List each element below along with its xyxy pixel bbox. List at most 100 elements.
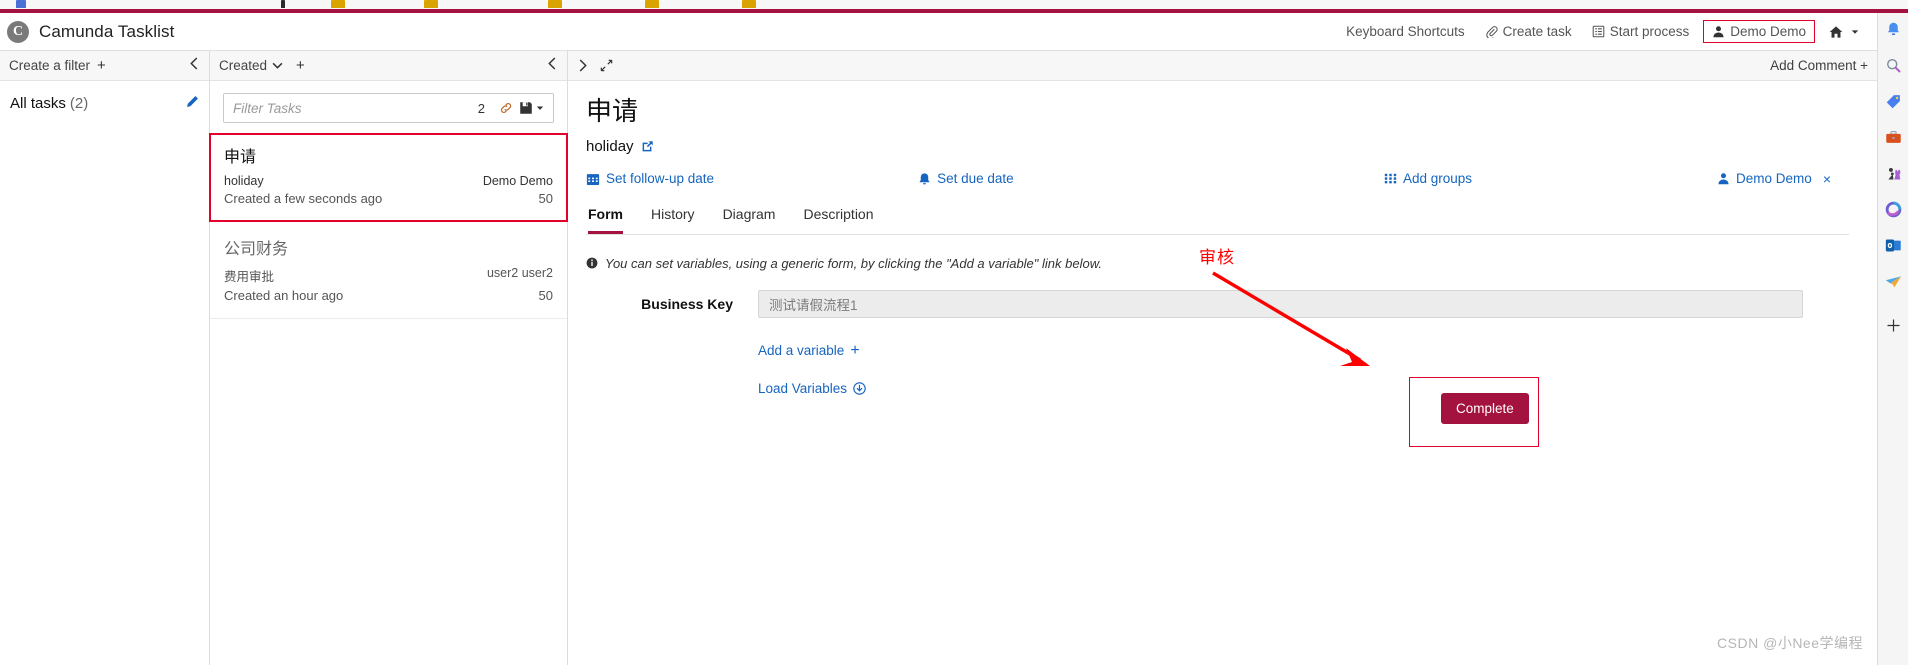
- create-task-label: Create task: [1502, 24, 1572, 39]
- task-item-process-row: 费用审批 user2 user2: [224, 266, 553, 285]
- keyboard-shortcuts-button[interactable]: Keyboard Shortcuts: [1336, 20, 1475, 43]
- create-task-button[interactable]: Create task: [1475, 20, 1582, 43]
- tab-history[interactable]: History: [651, 206, 695, 234]
- browser-sidebar: [1877, 13, 1908, 665]
- save-caret-icon[interactable]: [536, 104, 544, 112]
- add-variable-row: Add a variable +: [586, 342, 1849, 360]
- sort-label[interactable]: Created: [219, 58, 267, 73]
- bookmark-icon[interactable]: [281, 0, 285, 8]
- business-key-input[interactable]: 测试请假流程1: [758, 289, 1803, 318]
- filter-item-all-tasks[interactable]: All tasks (2): [0, 81, 209, 112]
- task-item-created: Created a few seconds ago: [224, 191, 383, 206]
- grid-icon: [1384, 172, 1397, 185]
- start-process-label: Start process: [1609, 24, 1690, 39]
- task-search-box[interactable]: 2: [223, 93, 554, 123]
- bookmark-icon[interactable]: [424, 0, 438, 8]
- add-sort-plus-icon[interactable]: +: [296, 57, 305, 74]
- search-input[interactable]: [233, 100, 478, 116]
- detail-header-icons: [577, 59, 613, 72]
- bookmark-icon[interactable]: [331, 0, 345, 8]
- home-icon: [1829, 25, 1843, 39]
- create-filter-label[interactable]: Create a filter: [9, 58, 90, 73]
- set-due-date-label: Set due date: [937, 171, 1014, 186]
- collapse-task-list-icon[interactable]: [547, 57, 558, 74]
- task-item-priority: 50: [538, 191, 553, 206]
- task-assignee[interactable]: Demo Demo ×: [1717, 171, 1831, 187]
- task-process-name: holiday: [586, 137, 634, 155]
- bookmark-icon[interactable]: [742, 0, 756, 8]
- microsoft-365-icon[interactable]: [1883, 199, 1904, 220]
- plus-icon: +: [850, 341, 860, 359]
- create-filter-plus-icon[interactable]: +: [97, 57, 106, 74]
- add-groups-button[interactable]: Add groups: [1384, 171, 1472, 186]
- paperclip-icon: [1485, 25, 1498, 38]
- task-item-meta-row: Created an hour ago 50: [224, 288, 553, 303]
- keyboard-shortcuts-label: Keyboard Shortcuts: [1346, 24, 1465, 39]
- browser-bookmarks-sliver: [0, 0, 1908, 9]
- tab-form[interactable]: Form: [588, 206, 623, 234]
- bell-icon: [918, 172, 931, 186]
- pencil-icon[interactable]: [186, 95, 199, 112]
- task-item-process: 费用审批: [224, 270, 275, 284]
- current-user-button[interactable]: Demo Demo: [1703, 20, 1815, 43]
- bookmark-icon[interactable]: [548, 0, 562, 8]
- briefcase-icon[interactable]: [1883, 127, 1904, 148]
- home-menu-button[interactable]: [1819, 21, 1869, 43]
- add-icon[interactable]: [1883, 315, 1904, 336]
- add-variable-button[interactable]: Add a variable +: [758, 342, 860, 360]
- business-key-label: Business Key: [641, 295, 733, 312]
- bookmark-icon[interactable]: [16, 0, 26, 8]
- tab-diagram[interactable]: Diagram: [723, 206, 776, 234]
- load-variables-button[interactable]: Load Variables: [758, 381, 866, 396]
- external-link-icon[interactable]: [641, 140, 654, 153]
- set-due-date-button[interactable]: Set due date: [918, 171, 1014, 186]
- calendar-icon: [586, 172, 600, 186]
- bookmark-icon[interactable]: [645, 0, 659, 8]
- task-list-item[interactable]: 公司财务 费用审批 user2 user2 Created an hour ag…: [210, 221, 567, 319]
- form-info-text: You can set variables, using a generic f…: [605, 255, 1102, 271]
- tab-description[interactable]: Description: [803, 206, 873, 234]
- link-icon[interactable]: [499, 101, 513, 115]
- task-item-title: 申请: [224, 149, 257, 166]
- task-meta-row: Set follow-up date Set due date Add grou…: [586, 171, 1849, 187]
- task-item-assignee: user2 user2: [486, 266, 553, 280]
- task-item-process-row: holiday Demo Demo: [224, 174, 553, 188]
- app-root: C Camunda Tasklist Keyboard Shortcuts Cr…: [0, 0, 1908, 665]
- form-field-row: Business Key 测试请假流程1: [586, 289, 1849, 318]
- expand-icon[interactable]: [600, 59, 613, 72]
- collapse-filter-pane-icon[interactable]: [189, 57, 200, 74]
- send-icon[interactable]: [1883, 271, 1904, 292]
- load-variables-label: Load Variables: [758, 380, 848, 396]
- task-process-row: holiday: [586, 138, 1849, 155]
- task-list-item[interactable]: 申请 holiday Demo Demo Created a few secon…: [209, 133, 568, 222]
- task-title: 申请: [586, 96, 639, 126]
- task-item-priority: 50: [538, 288, 553, 303]
- set-follow-up-date-button[interactable]: Set follow-up date: [586, 171, 714, 186]
- search-icon[interactable]: [1883, 55, 1904, 76]
- task-detail-header: Add Comment +: [568, 51, 1877, 81]
- annotation-note: 审核: [1199, 248, 1235, 267]
- start-process-button[interactable]: Start process: [1582, 20, 1700, 43]
- task-item-assignee: Demo Demo: [482, 174, 553, 188]
- task-search-wrapper: 2: [210, 81, 567, 134]
- complete-button[interactable]: Complete: [1441, 393, 1529, 424]
- tag-icon[interactable]: [1883, 91, 1904, 112]
- chevron-right-icon[interactable]: [577, 59, 588, 72]
- task-item-process: holiday: [224, 174, 264, 188]
- add-comment-button[interactable]: Add Comment +: [1770, 58, 1868, 73]
- task-item-created: Created an hour ago: [224, 288, 344, 303]
- task-list-pane: Created + 2: [209, 51, 568, 665]
- remove-assignee-icon[interactable]: ×: [1823, 171, 1831, 187]
- save-icon[interactable]: [519, 101, 533, 115]
- main-panes: Create a filter + All tasks (2) Created: [0, 51, 1877, 665]
- filter-name: All tasks: [10, 95, 66, 112]
- games-icon[interactable]: [1883, 163, 1904, 184]
- page-title: Camunda Tasklist: [39, 21, 175, 41]
- camunda-logo-icon: C: [7, 20, 29, 43]
- outlook-icon[interactable]: [1883, 235, 1904, 256]
- task-item-meta-row: Created a few seconds ago 50: [224, 191, 553, 206]
- task-assignee-label: Demo Demo: [1736, 171, 1812, 186]
- chevron-down-icon[interactable]: [272, 60, 283, 71]
- task-item-title: 公司财务: [224, 241, 289, 258]
- bell-icon[interactable]: [1883, 19, 1904, 40]
